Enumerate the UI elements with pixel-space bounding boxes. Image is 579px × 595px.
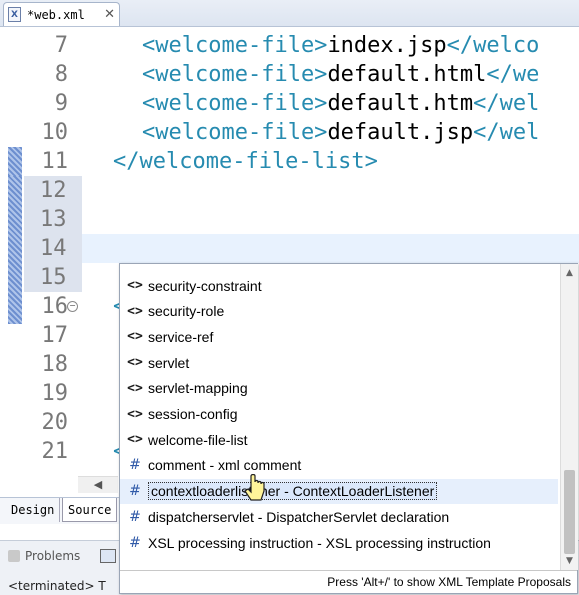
code-line[interactable]: 8 <welcome-file>default.html</we — [0, 60, 579, 89]
code-text: <welcome-file>default.html</we — [142, 60, 539, 89]
line-number: 15 — [24, 263, 82, 292]
close-icon[interactable]: ✕ — [104, 8, 115, 21]
code-line[interactable]: 7 <welcome-file>index.jsp</welco — [0, 31, 579, 60]
proposal-label: comment - xml comment — [148, 457, 302, 474]
xml-open-tag: <welcome-file> — [142, 120, 328, 145]
proposal-label: contextloaderlistener - ContextLoaderLis… — [148, 482, 438, 501]
proposal-item[interactable]: <> welcome-file-list — [120, 427, 558, 452]
proposal-item[interactable]: <> session-config — [120, 402, 558, 427]
horizontal-scroll-left-icon[interactable]: ◀ — [78, 476, 118, 493]
line-number: 7 — [54, 33, 68, 58]
code-line[interactable]: 14 — [0, 234, 579, 263]
code-line[interactable]: 11 </welcome-file-list> — [0, 147, 579, 176]
scroll-thumb[interactable] — [564, 470, 575, 554]
proposal-list: <> security-constraint <> security-role <> se… — [120, 264, 558, 570]
code-text: <welcome-file>default.jsp</wel — [142, 118, 539, 147]
template-icon: # — [129, 508, 141, 525]
xml-open-tag: <welcome-file> — [142, 33, 328, 58]
line-number: 13 — [24, 205, 82, 234]
tab-problems[interactable]: Problems — [8, 549, 80, 563]
editor-mode-tabs: Design Source — [0, 497, 120, 524]
code-line[interactable]: 13 — [0, 205, 579, 234]
element-icon: <> — [127, 406, 143, 422]
template-icon: # — [129, 483, 141, 500]
code-line[interactable]: 12 — [0, 176, 579, 205]
element-icon: <> — [127, 380, 143, 396]
xml-text-value: default.html — [327, 62, 487, 87]
console-icon[interactable] — [100, 549, 116, 563]
xml-file-icon: X — [8, 7, 21, 22]
proposal-label: security-constraint — [148, 277, 262, 294]
editor-tab-title: *web.xml — [27, 7, 85, 22]
mouse-pointer-icon — [244, 474, 265, 501]
scroll-up-icon[interactable]: ▲ — [561, 266, 578, 280]
proposal-label: security-role — [148, 303, 225, 320]
proposal-item[interactable]: <> security-constraint — [120, 273, 558, 298]
proposal-item[interactable]: <> servlet — [120, 350, 558, 375]
proposal-label: servlet — [148, 354, 190, 371]
line-number: 10 — [41, 120, 69, 145]
proposal-label: service-ref — [148, 328, 214, 345]
proposal-item[interactable]: <> security-role — [120, 299, 558, 324]
tab-source[interactable]: Source — [62, 498, 118, 522]
element-icon: <> — [127, 355, 143, 371]
xml-open-tag: <welcome-file> — [142, 91, 328, 116]
proposal-item[interactable]: <> service-ref — [120, 324, 558, 349]
xml-text-value: default.htm — [327, 91, 474, 116]
proposal-item[interactable]: # XSL processing instruction - XSL proces… — [120, 530, 558, 555]
editor-tab-bar: X *web.xml ✕ — [0, 0, 579, 27]
line-number: 20 — [41, 410, 69, 435]
proposal-label: session-config — [148, 406, 238, 422]
xml-close-tag: </wel — [473, 120, 540, 145]
proposal-scrollbar[interactable]: ▲ ▼ — [560, 264, 578, 570]
template-icon: # — [129, 457, 141, 474]
scroll-down-icon[interactable]: ▼ — [561, 554, 578, 568]
xml-text-value: index.jsp — [327, 33, 447, 58]
xml-close-tag: </wel — [473, 91, 540, 116]
xml-text-value: default.jsp — [327, 120, 474, 145]
line-number: 19 — [41, 381, 69, 406]
line-number: 14 — [24, 234, 82, 263]
proposal-label: servlet-mapping — [148, 380, 248, 397]
xml-open-tag: <welcome-file> — [142, 62, 328, 87]
fold-toggle-icon[interactable]: − — [67, 301, 78, 312]
line-number: 8 — [54, 62, 68, 87]
xml-close-tag: </we — [486, 62, 540, 87]
code-text: <welcome-file>index.jsp</welco — [142, 31, 539, 60]
problems-label: Problems — [25, 549, 81, 563]
line-number: 16 — [41, 294, 69, 319]
problems-icon — [8, 550, 20, 562]
line-number: 21 — [41, 439, 69, 464]
element-icon: <> — [127, 432, 143, 448]
element-icon: <> — [127, 278, 143, 293]
proposal-item[interactable]: # comment - xml comment — [120, 453, 558, 478]
content-assist-popup: <> security-constraint <> security-role <> se… — [119, 263, 578, 594]
editor-tab-web-xml[interactable]: X *web.xml ✕ — [3, 2, 120, 26]
line-number: 17 — [41, 323, 69, 348]
element-icon: <> — [127, 303, 143, 319]
proposal-label: XSL processing instruction - XSL process… — [148, 534, 491, 551]
content-assist-status: Press 'Alt+/' to show XML Template Propo… — [120, 570, 577, 593]
code-line[interactable]: 9 <welcome-file>default.htm</wel — [0, 89, 579, 118]
proposal-label: welcome-file-list — [148, 431, 248, 448]
console-terminated-text: <terminated> T — [8, 579, 106, 593]
code-text: </welcome-file-list> — [113, 147, 378, 176]
proposal-item-selected[interactable]: # contextloaderlistener - ContextLoaderLi… — [120, 478, 558, 504]
code-text: <welcome-file>default.htm</wel — [142, 89, 539, 118]
code-line[interactable]: 10 <welcome-file>default.jsp</wel — [0, 118, 579, 147]
proposal-item[interactable]: <> servlet-mapping — [120, 376, 558, 401]
line-number: 18 — [41, 352, 69, 377]
element-icon: <> — [127, 329, 143, 345]
line-number: 9 — [54, 91, 68, 116]
line-number: 11 — [41, 149, 69, 174]
tab-design[interactable]: Design — [6, 498, 61, 522]
line-number: 12 — [24, 176, 82, 205]
proposal-label: dispatcherservlet - DispatcherServlet de… — [148, 508, 450, 525]
xml-tag: </welcome-file-list> — [113, 149, 378, 174]
proposal-item[interactable]: # dispatcherservlet - DispatcherServlet d… — [120, 504, 558, 529]
template-icon: # — [129, 534, 141, 551]
xml-close-tag: </welco — [446, 33, 540, 58]
